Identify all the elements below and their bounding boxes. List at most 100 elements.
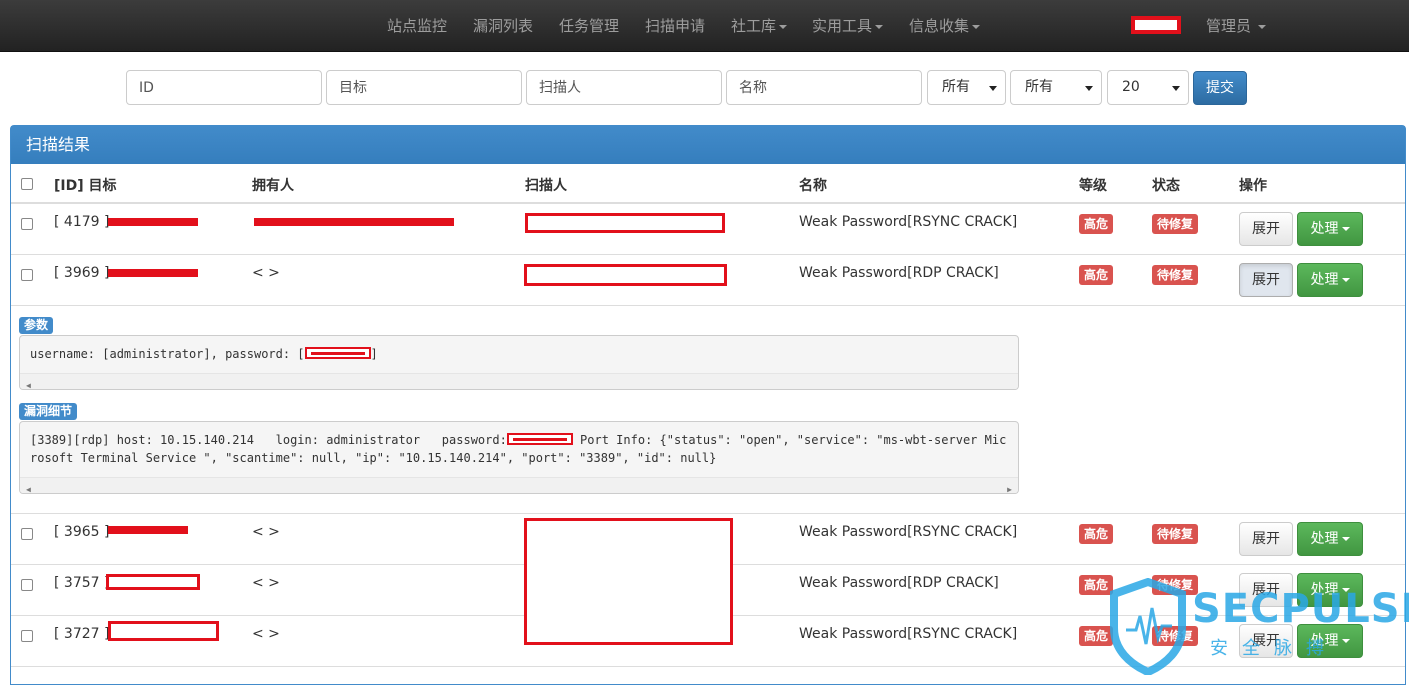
row-vuln-name: Weak Password[RSYNC CRACK] [799,524,1018,540]
status-badge: 待修复 [1152,265,1199,285]
vuln-detail-block: [3389][rdp] host: 10.15.140.214 login: a… [19,421,1019,494]
row-vuln-name: Weak Password[RSYNC CRACK] [799,214,1018,230]
redacted-scanner [525,213,725,233]
table-header: [ID] 目标 拥有人 扫描人 名称 等级 状态 操作 [11,164,1405,204]
nav-social-db-label: 社工库 [731,17,777,35]
row-owner: < > [252,524,280,540]
col-scanner: 扫描人 [525,178,567,194]
row-checkbox[interactable] [21,579,33,591]
chevron-down-icon [1341,227,1350,231]
redacted-password [506,433,573,445]
col-owner: 拥有人 [252,178,294,194]
handle-dropdown-button[interactable]: 处理 [1297,573,1363,607]
nav-info-collect-label: 信息收集 [909,17,970,35]
redacted-password [304,347,371,359]
handle-label: 处理 [1310,582,1339,598]
dropdown-arrow-icon [989,86,997,91]
chevron-down-icon [875,24,884,29]
row-owner: < > [252,626,280,642]
scanner-filter-input[interactable] [526,70,722,105]
handle-dropdown-button[interactable]: 处理 [1297,263,1363,297]
row-vuln-name: Weak Password[RDP CRACK] [799,265,999,281]
redacted-target [106,574,200,590]
expand-button[interactable]: 展开 [1239,263,1293,297]
expand-button[interactable]: 展开 [1239,212,1293,246]
row-checkbox[interactable] [21,528,33,540]
level-badge: 高危 [1079,265,1114,285]
row-id: [ 3757 ] [54,575,110,591]
redacted-target [108,621,219,641]
nav-info-collect[interactable]: 信息收集 [909,0,981,52]
select-all-checkbox[interactable] [21,178,33,190]
scroll-left-icon[interactable]: ◀ [26,481,31,493]
level-badge: 高危 [1079,214,1114,234]
nav-scan-request[interactable]: 扫描申请 [645,0,705,52]
redacted-target [108,526,188,534]
horizontal-scrollbar[interactable]: ◀ [20,373,1018,389]
status-select-value: 所有 [1025,79,1053,95]
chevron-down-icon [1341,639,1350,643]
handle-label: 处理 [1310,272,1339,288]
row-id: [ 4179 ] [54,214,110,230]
handle-dropdown-button[interactable]: 处理 [1297,624,1363,658]
redacted-scanner [524,264,727,286]
chevron-down-icon [1341,278,1350,282]
row-checkbox[interactable] [21,218,33,230]
nav-tools[interactable]: 实用工具 [812,0,884,52]
expand-button[interactable]: 展开 [1239,624,1293,658]
row-id: [ 3727 ] [54,626,110,642]
id-filter-input[interactable] [126,70,322,105]
nav-site-monitor[interactable]: 站点监控 [387,0,447,52]
expand-button[interactable]: 展开 [1239,573,1293,607]
chevron-down-icon [1341,537,1350,541]
status-badge: 待修复 [1152,575,1199,595]
chevron-down-icon [1258,24,1267,29]
row-checkbox[interactable] [21,269,33,281]
params-label: 参数 [19,317,54,334]
page-size-value: 20 [1122,79,1140,95]
level-badge: 高危 [1079,626,1114,646]
page-size-select[interactable]: 20 [1107,70,1189,105]
row-owner: < > [252,265,280,281]
col-status: 状态 [1152,178,1180,194]
level-select[interactable]: 所有 [927,70,1006,105]
level-badge: 高危 [1079,524,1114,544]
chevron-down-icon [1341,588,1350,592]
redacted-target [108,218,198,226]
submit-button[interactable]: 提交 [1193,71,1247,105]
nav-task-manage[interactable]: 任务管理 [559,0,619,52]
nav-social-db[interactable]: 社工库 [731,0,788,52]
handle-label: 处理 [1310,633,1339,649]
params-block: username: [administrator], password: [] … [19,335,1019,390]
nav-tools-label: 实用工具 [812,17,873,35]
status-badge: 待修复 [1152,214,1199,234]
vuln-detail-line1: [3389][rdp] host: 10.15.140.214 login: a… [30,433,507,447]
col-name: 名称 [799,178,827,194]
status-select[interactable]: 所有 [1010,70,1102,105]
target-filter-input[interactable] [326,70,522,105]
redacted-username [1131,16,1181,34]
scroll-left-icon[interactable]: ◀ [26,377,31,389]
name-filter-input[interactable] [726,70,922,105]
row-detail-panel: 参数 username: [administrator], password: … [11,306,1405,514]
scroll-right-icon[interactable]: ▶ [1007,481,1012,493]
table-row: [ 4179 ] Weak Password[RSYNC CRACK] 高危 待… [11,204,1405,255]
redacted-owner [254,218,454,226]
handle-dropdown-button[interactable]: 处理 [1297,212,1363,246]
handle-dropdown-button[interactable]: 处理 [1297,522,1363,556]
row-id: [ 3969 ] [54,265,110,281]
filter-form: 所有 所有 20 提交 [0,70,1409,106]
user-menu[interactable]: 管理员 [1206,0,1267,52]
dropdown-arrow-icon [1172,86,1180,91]
horizontal-scrollbar[interactable]: ◀ ▶ [20,477,1018,493]
redacted-target [108,269,198,277]
status-badge: 待修复 [1152,524,1199,544]
expand-button[interactable]: 展开 [1239,522,1293,556]
col-actions: 操作 [1239,178,1267,194]
vuln-detail-line2: rosoft Terminal Service ", "scantime": n… [30,451,717,465]
col-id-target: [ID] 目标 [54,178,117,194]
nav-vuln-list[interactable]: 漏洞列表 [473,0,533,52]
handle-label: 处理 [1310,531,1339,547]
row-checkbox[interactable] [21,630,33,642]
row-owner: < > [252,575,280,591]
